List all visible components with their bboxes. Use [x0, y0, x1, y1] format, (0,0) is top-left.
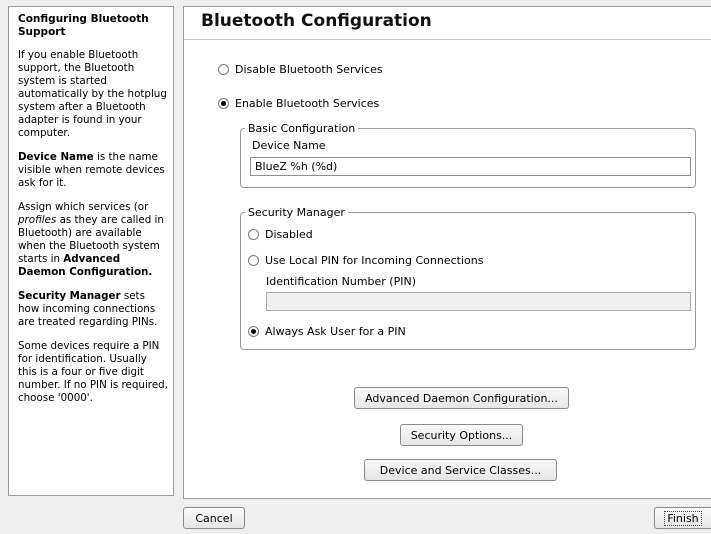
finish-button[interactable]: Finish [654, 507, 711, 529]
device-name-label: Device Name [252, 139, 326, 152]
help-profiles-term: profiles [18, 214, 57, 226]
security-manager-legend: Security Manager [248, 206, 345, 219]
radio-indicator [218, 64, 229, 75]
page-title: Bluetooth Configuration [201, 11, 432, 31]
help-panel: Configuring Bluetooth Support If you ena… [8, 6, 174, 496]
radio-indicator-checked [218, 98, 229, 109]
help-paragraph-5: Some devices require a PIN for identific… [18, 340, 168, 404]
help-device-name-term: Device Name [18, 151, 94, 163]
pin-input[interactable] [266, 292, 691, 311]
enable-bluetooth-radio[interactable]: Enable Bluetooth Services [218, 97, 379, 110]
advanced-daemon-button[interactable]: Advanced Daemon Configuration... [354, 387, 569, 409]
local-pin-radio[interactable]: Use Local PIN for Incoming Connections [248, 254, 483, 267]
help-services-text-a: Assign which services (or [18, 201, 149, 213]
help-paragraph-3: Assign which services (or profiles as th… [18, 201, 168, 279]
pin-label: Identification Number (PIN) [266, 275, 416, 288]
enable-bluetooth-label: Enable Bluetooth Services [235, 97, 380, 110]
security-options-label: Security Options... [410, 428, 513, 442]
local-pin-label: Use Local PIN for Incoming Connections [265, 254, 484, 267]
device-service-classes-label: Device and Service Classes... [379, 463, 542, 477]
help-title: Configuring Bluetooth Support [18, 13, 149, 38]
security-disabled-label: Disabled [265, 228, 313, 241]
main-panel: Bluetooth Configuration Disable Bluetoot… [183, 6, 711, 499]
security-disabled-radio[interactable]: Disabled [248, 228, 313, 241]
radio-indicator [248, 255, 259, 266]
help-security-term: Security Manager [18, 290, 121, 302]
always-ask-radio[interactable]: Always Ask User for a PIN [248, 325, 406, 338]
title-divider [184, 39, 711, 40]
cancel-button[interactable]: Cancel [183, 507, 245, 529]
finish-label: Finish [664, 510, 702, 526]
disable-bluetooth-radio[interactable]: Disable Bluetooth Services [218, 63, 383, 76]
security-options-button[interactable]: Security Options... [400, 424, 523, 446]
device-service-classes-button[interactable]: Device and Service Classes... [364, 459, 557, 481]
radio-indicator [248, 229, 259, 240]
cancel-label: Cancel [195, 511, 233, 525]
radio-indicator-checked [248, 326, 259, 337]
disable-bluetooth-label: Disable Bluetooth Services [235, 63, 383, 76]
advanced-daemon-label: Advanced Daemon Configuration... [365, 391, 558, 405]
always-ask-label: Always Ask User for a PIN [265, 325, 406, 338]
help-paragraph-2: Device Name is the name visible when rem… [18, 151, 168, 190]
device-name-input[interactable]: BlueZ %h (%d) [250, 157, 691, 176]
basic-configuration-group: Basic Configuration [240, 123, 696, 188]
help-paragraph-1: If you enable Bluetooth support, the Blu… [18, 49, 167, 139]
basic-configuration-legend: Basic Configuration [248, 122, 356, 135]
help-paragraph-4: Security Manager sets how incoming conne… [18, 290, 168, 329]
